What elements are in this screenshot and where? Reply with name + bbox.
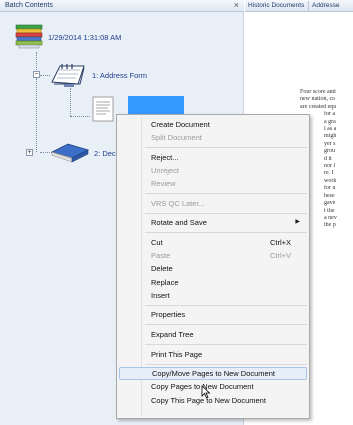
menu-item-label: Expand Tree bbox=[151, 330, 194, 339]
menu-item-rotate-and-save[interactable]: Rotate and Save ▶ bbox=[119, 216, 307, 229]
tree-node-root-label: 1/29/2014 1:31:08 AM bbox=[48, 33, 122, 42]
menu-item-label: Properties bbox=[151, 310, 186, 320]
menu-item-label: VRS QC Later... bbox=[151, 198, 205, 208]
menu-item-label: Delete bbox=[151, 264, 173, 274]
menu-item-label: Unreject bbox=[151, 166, 179, 175]
selected-page-highlight bbox=[128, 96, 184, 114]
document-text-line: are created equ bbox=[300, 103, 337, 110]
submenu-arrow-icon: ▶ bbox=[295, 219, 300, 226]
menu-item-label: Split Document bbox=[151, 133, 202, 143]
menu-separator bbox=[145, 147, 307, 149]
batch-contents-header: Batch Contents × bbox=[0, 0, 244, 12]
menu-item-unreject[interactable]: Unreject bbox=[119, 164, 307, 177]
menu-item-split-document[interactable]: Split Document bbox=[119, 131, 307, 144]
document-text-line: Four score and bbox=[300, 89, 336, 95]
batch-contents-title: Batch Contents bbox=[5, 2, 53, 9]
menu-item-properties[interactable]: Properties bbox=[119, 308, 307, 321]
stacked-books-icon bbox=[15, 24, 43, 49]
menu-item-replace[interactable]: Replace bbox=[119, 276, 307, 289]
document-text-line: new nation, co bbox=[300, 96, 336, 103]
menu-item-print-this-page[interactable]: Print This Page bbox=[119, 348, 307, 361]
document-tab-strip: Historic Documents Addresse bbox=[245, 0, 353, 12]
menu-item-vrs-qc-later[interactable]: VRS QC Later... bbox=[119, 197, 307, 210]
menu-item-create-document[interactable]: Create Document bbox=[119, 118, 307, 131]
menu-separator bbox=[145, 232, 307, 234]
closed-book-icon bbox=[50, 143, 90, 163]
tab-historic-documents[interactable]: Historic Documents bbox=[248, 2, 304, 9]
menu-item-copy-this-page-to-new-document[interactable]: Copy This Page to New Document bbox=[119, 394, 307, 407]
menu-item-expand-tree[interactable]: Expand Tree bbox=[119, 328, 307, 341]
close-icon[interactable]: × bbox=[234, 0, 239, 10]
menu-item-insert[interactable]: Insert bbox=[119, 289, 307, 302]
menu-item-label: Paste bbox=[151, 251, 171, 261]
menu-item-shortcut: Ctrl+X bbox=[269, 238, 291, 247]
menu-item-label: Print This Page bbox=[151, 349, 203, 359]
expand-icon[interactable]: + bbox=[26, 149, 33, 156]
tree-connector bbox=[70, 116, 90, 117]
menu-item-reject[interactable]: Reject... bbox=[119, 151, 307, 164]
menu-item-label: Review bbox=[151, 179, 176, 189]
menu-item-paste[interactable]: Paste Ctrl+V bbox=[119, 249, 307, 262]
menu-item-label: Copy/Move Pages to New Document bbox=[152, 369, 275, 379]
tab-divider bbox=[308, 1, 309, 11]
tree-connector bbox=[40, 75, 50, 76]
menu-item-shortcut: Ctrl+V bbox=[269, 251, 291, 261]
menu-item-label: Reject... bbox=[151, 152, 179, 162]
menu-item-label: Cut bbox=[151, 238, 163, 247]
tree-connector bbox=[36, 78, 37, 152]
context-menu: Create Document Split Document Reject... Un… bbox=[116, 114, 310, 419]
tab-addresses[interactable]: Addresse bbox=[312, 2, 339, 9]
menu-item-label: Rotate and Save bbox=[151, 218, 207, 228]
menu-separator bbox=[145, 343, 307, 345]
menu-item-label: Replace bbox=[151, 277, 179, 287]
tree-node-address-form-label: 1: Address Form bbox=[92, 71, 148, 80]
page-thumbnail-icon bbox=[92, 96, 114, 122]
menu-separator bbox=[145, 324, 307, 326]
menu-item-label: Insert bbox=[151, 290, 170, 300]
menu-separator bbox=[145, 212, 307, 214]
menu-item-copy-move-pages-to-new-document[interactable]: Copy/Move Pages to New Document bbox=[119, 367, 307, 381]
tree-connector bbox=[70, 88, 71, 116]
menu-item-label: Create Document bbox=[151, 120, 210, 129]
menu-item-delete[interactable]: Delete bbox=[119, 262, 307, 275]
menu-separator bbox=[145, 304, 307, 306]
open-binder-icon bbox=[51, 64, 85, 87]
menu-separator bbox=[145, 363, 307, 365]
menu-item-cut[interactable]: Cut Ctrl+X bbox=[119, 236, 307, 249]
mouse-cursor-icon bbox=[201, 385, 211, 399]
menu-item-review[interactable]: Review bbox=[119, 177, 307, 190]
menu-item-copy-pages-to-new-document[interactable]: Copy Pages to New Document bbox=[119, 380, 307, 393]
menu-separator bbox=[145, 193, 307, 195]
collapse-icon[interactable]: − bbox=[33, 71, 40, 78]
